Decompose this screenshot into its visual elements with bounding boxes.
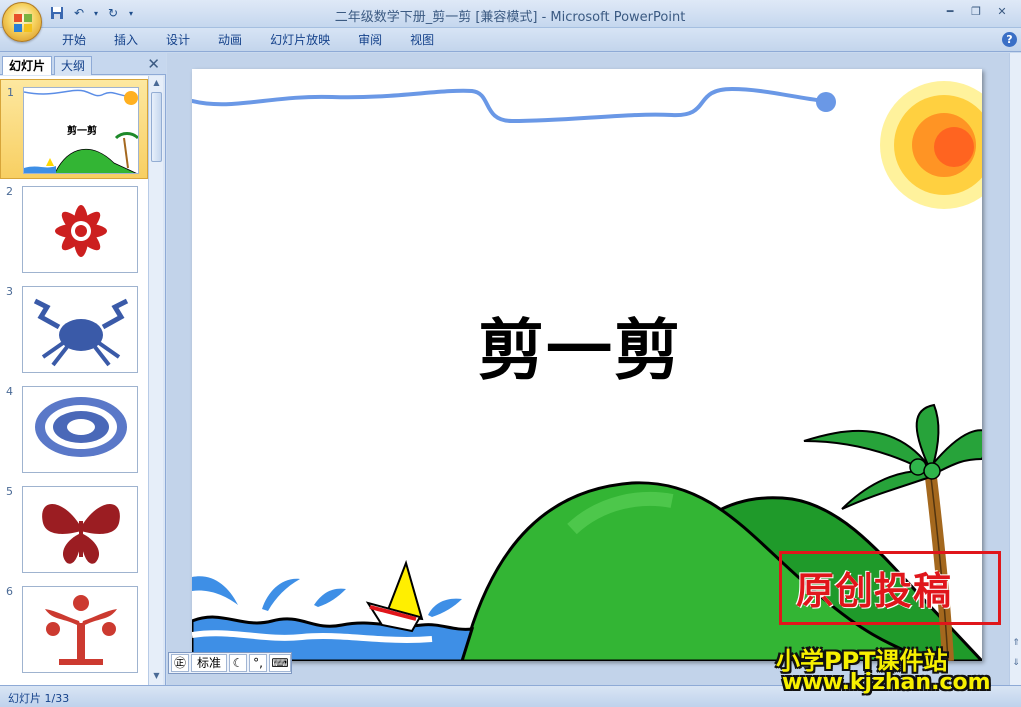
scroll-down-icon[interactable]: ▼	[151, 671, 162, 683]
customize-toolbar-icon[interactable]: ▾	[126, 4, 136, 22]
quick-access-toolbar: ↶ ▾ ↻ ▾	[48, 4, 136, 22]
slide-thumbnail-image	[22, 486, 138, 573]
wave-splash	[314, 588, 346, 607]
pane-tabs: 幻灯片 大纲 ✕	[0, 53, 166, 75]
slide-thumbnail-image	[22, 186, 138, 273]
undo-icon[interactable]: ↶	[70, 4, 88, 22]
slide-thumbnail-5[interactable]: 5	[0, 479, 148, 579]
watermark-url: www.kjzhan.com	[782, 670, 991, 695]
tab-insert[interactable]: 插入	[100, 31, 152, 49]
minimize-icon[interactable]: ━	[937, 2, 963, 20]
watermark-stamp: 原创投稿	[779, 551, 1001, 625]
slide-number: 2	[6, 185, 13, 198]
line-end-dot	[816, 92, 836, 112]
tab-review[interactable]: 审阅	[344, 31, 396, 49]
office-button[interactable]	[2, 2, 42, 42]
slide-thumbnail-6[interactable]: 6	[0, 579, 148, 679]
thumbnail-title: 剪一剪	[67, 126, 97, 137]
tree-cutout-icon	[45, 595, 117, 665]
tab-home[interactable]: 开始	[48, 31, 100, 49]
tab-slideshow[interactable]: 幻灯片放映	[256, 31, 344, 49]
slide-number: 6	[6, 585, 13, 598]
red-flower-cutout-icon	[55, 205, 107, 257]
slide-thumbnail-image	[22, 386, 138, 473]
wave-splash	[428, 598, 462, 617]
ime-toolbar: ㊣ 标准 ☾ °, ⌨	[168, 652, 292, 674]
slide-counter: 幻灯片 1/33	[8, 692, 70, 705]
tab-slides[interactable]: 幻灯片	[2, 56, 53, 75]
ime-mode[interactable]: 标准	[191, 654, 227, 672]
tab-design[interactable]: 设计	[152, 31, 204, 49]
slide-title[interactable]: 剪一剪	[192, 297, 968, 393]
restore-icon[interactable]: ❐	[963, 2, 989, 20]
tab-outline[interactable]: 大纲	[54, 56, 93, 75]
slide-thumbnail-1[interactable]: 1 剪一剪	[0, 79, 148, 179]
slide-number: 5	[6, 485, 13, 498]
soft-keyboard-icon[interactable]: ⌨	[269, 654, 291, 672]
previous-slide-icon[interactable]: ⇑	[1011, 638, 1021, 650]
window-controls: ━ ❐ ✕	[937, 2, 1015, 20]
slide-number: 3	[6, 285, 13, 298]
save-icon[interactable]	[48, 4, 66, 22]
slides-pane: 幻灯片 大纲 ✕ 1 剪一剪 2 3 4 5 6 ▲ ▼	[0, 53, 166, 685]
half-width-moon-icon[interactable]: ☾	[229, 654, 247, 672]
scroll-up-icon[interactable]: ▲	[151, 78, 162, 90]
tab-view[interactable]: 视图	[396, 31, 448, 49]
close-window-icon[interactable]: ✕	[989, 2, 1015, 20]
thumbnail-scrollbar[interactable]: ▲ ▼	[148, 76, 163, 685]
slide-thumbnail-2[interactable]: 2	[0, 179, 148, 279]
slide-thumbnail-4[interactable]: 4	[0, 379, 148, 479]
slide-scrollbar[interactable]: ⇑ ⇓	[1009, 53, 1021, 685]
wave-splash	[192, 576, 238, 605]
sailboat-icon	[365, 559, 424, 633]
ribbon-tabs: 开始 插入 设计 动画 幻灯片放映 审阅 视图	[48, 31, 448, 49]
butterfly-cutout-icon	[42, 503, 120, 564]
ime-logo-icon[interactable]: ㊣	[171, 654, 189, 672]
wave-splash	[262, 578, 300, 611]
slide-thumbnail-image: 剪一剪	[23, 87, 139, 174]
window-title: 二年级数学下册_剪一剪 [兼容模式] - Microsoft PowerPoin…	[334, 10, 686, 25]
slide-number: 1	[7, 86, 14, 99]
stamp-text: 原创投稿	[796, 569, 953, 613]
ribbon: 开始 插入 设计 动画 幻灯片放映 审阅 视图 ?	[0, 28, 1021, 52]
tab-animations[interactable]: 动画	[204, 31, 256, 49]
redo-icon[interactable]: ↻	[104, 4, 122, 22]
blue-snowflake-cutout-icon	[35, 397, 127, 457]
punctuation-icon[interactable]: °,	[249, 654, 267, 672]
undo-dropdown-icon[interactable]: ▾	[92, 4, 100, 22]
close-pane-icon[interactable]: ✕	[147, 55, 160, 73]
sun-icon	[880, 81, 982, 209]
title-bar: ↶ ▾ ↻ ▾ 二年级数学下册_剪一剪 [兼容模式] - Microsoft P…	[0, 0, 1021, 28]
wavy-line	[192, 86, 826, 124]
thumbnail-list: 1 剪一剪 2 3 4 5 6	[0, 76, 148, 685]
slide-thumbnail-3[interactable]: 3	[0, 279, 148, 379]
office-logo-icon	[14, 14, 32, 32]
next-slide-icon[interactable]: ⇓	[1011, 658, 1021, 670]
slide-number: 4	[6, 385, 13, 398]
slide-thumbnail-image	[22, 586, 138, 673]
slide-thumbnail-image	[22, 286, 138, 373]
blue-crab-cutout-icon	[33, 298, 129, 367]
scroll-thumb[interactable]	[151, 92, 162, 162]
help-icon[interactable]: ?	[1002, 32, 1017, 47]
